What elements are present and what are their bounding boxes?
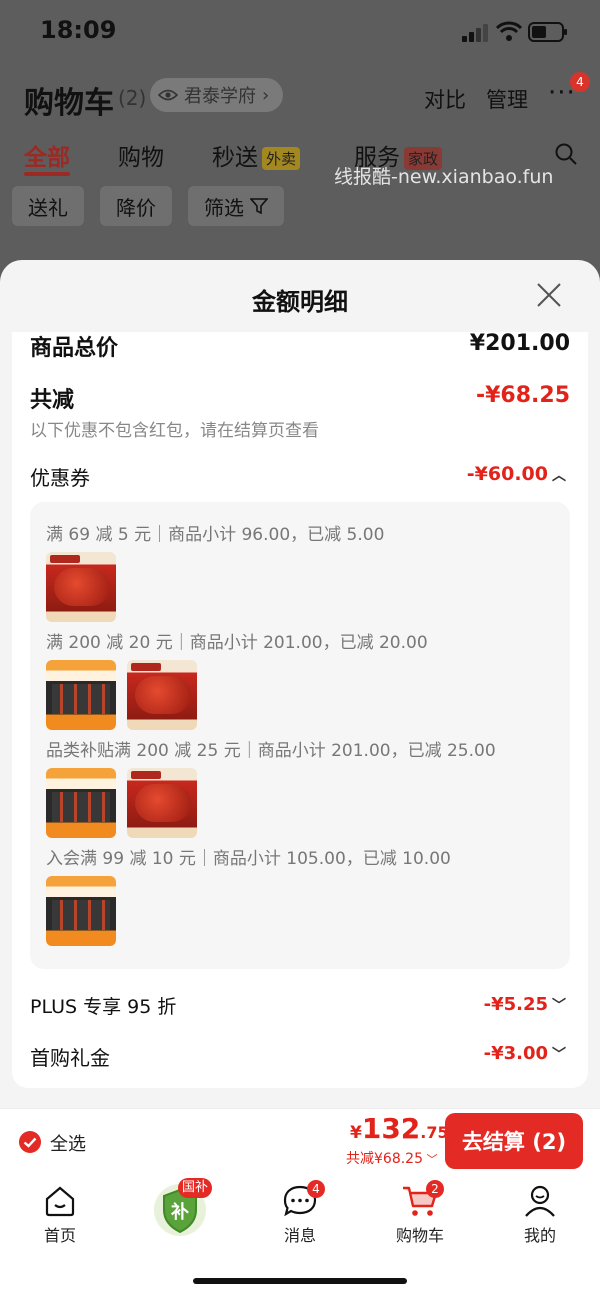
tab-delivery-label: 秒送 bbox=[212, 145, 258, 171]
product-thumb-snack-box[interactable] bbox=[46, 876, 116, 946]
chevron-down-icon: ﹀ bbox=[552, 1047, 566, 1063]
watermark: 线报酷-new.xianbao.fun bbox=[334, 166, 554, 188]
tabbar-home-label: 首页 bbox=[43, 1226, 76, 1245]
chevron-down-icon: ﹀ bbox=[423, 1153, 438, 1166]
filter-gift-label: 送礼 bbox=[28, 195, 68, 220]
coupon-detail-3: 品类补贴满 200 减 25 元｜商品小计 201.00，已减 25.00 bbox=[46, 741, 496, 761]
chevron-down-icon: ﹀ bbox=[552, 998, 566, 1014]
coupon-detail-1: 满 69 减 5 元｜商品小计 96.00，已减 5.00 bbox=[46, 525, 385, 545]
coupon-toggle[interactable]: -¥60.00 ︿ bbox=[467, 463, 566, 485]
tab-delivery-tag: 外卖 bbox=[262, 147, 301, 170]
gift-money-label: 首购礼金 bbox=[30, 1046, 110, 1070]
saved-amount-toggle[interactable]: 共减¥68.25 ﹀ bbox=[346, 1148, 438, 1168]
coupon-label: 优惠券 bbox=[30, 466, 90, 490]
search-icon[interactable] bbox=[554, 142, 578, 166]
coupon-detail-4: 入会满 99 减 10 元｜商品小计 105.00，已减 10.00 bbox=[46, 849, 451, 869]
tabbar-messages-label: 消息 bbox=[283, 1226, 316, 1245]
checkbox-checked-icon[interactable] bbox=[18, 1130, 42, 1154]
page-title: 购物车 bbox=[24, 86, 114, 121]
product-thumb-snack-box[interactable] bbox=[46, 660, 116, 730]
user-icon bbox=[525, 1185, 555, 1217]
product-thumb-crayfish[interactable] bbox=[127, 768, 197, 838]
subsidy-badge: 国补 bbox=[178, 1178, 213, 1198]
gift-money-toggle[interactable]: -¥3.00 ﹀ bbox=[484, 1043, 566, 1064]
chevron-up-icon: ︿ bbox=[552, 468, 566, 484]
cart-count: (2) bbox=[118, 86, 147, 110]
cart-badge: 2 bbox=[426, 1180, 444, 1198]
compare-button[interactable]: 对比 bbox=[424, 84, 466, 114]
tab-delivery[interactable]: 秒送 外卖 bbox=[212, 138, 301, 172]
total-integer: 132 bbox=[361, 1112, 421, 1145]
total-label: 商品总价 bbox=[30, 336, 119, 361]
svg-text:补: 补 bbox=[170, 1201, 189, 1223]
status-bar: 18:09 bbox=[0, 0, 600, 64]
coupon-detail-2: 满 200 减 20 元｜商品小计 201.00，已减 20.00 bbox=[46, 633, 428, 653]
total-value: ¥201.00 bbox=[469, 331, 570, 356]
home-indicator bbox=[193, 1278, 407, 1284]
product-thumb-crayfish[interactable] bbox=[127, 660, 197, 730]
status-time: 18:09 bbox=[40, 16, 117, 44]
sheet-title: 金额明细 bbox=[252, 288, 348, 316]
plus-discount-label: PLUS 专享 95 折 bbox=[30, 996, 177, 1018]
filter-button[interactable]: 筛选 bbox=[188, 186, 284, 226]
reduce-value: -¥68.25 bbox=[475, 383, 570, 408]
saved-amount: 共减¥68.25 bbox=[346, 1151, 423, 1167]
close-icon[interactable] bbox=[534, 280, 564, 310]
tab-underline bbox=[24, 172, 70, 176]
filter-price-drop-label: 降价 bbox=[116, 195, 156, 220]
location-text: 君泰学府 bbox=[184, 86, 256, 107]
home-icon bbox=[45, 1186, 75, 1217]
discount-note: 以下优惠不包含红包，请在结算页查看 bbox=[30, 421, 319, 441]
product-thumb-snack-box[interactable] bbox=[46, 768, 116, 838]
tab-shopping[interactable]: 购物 bbox=[118, 138, 164, 172]
location-chip[interactable]: 君泰学府 › bbox=[150, 78, 284, 112]
tab-all[interactable]: 全部 bbox=[24, 138, 70, 172]
signal-icon bbox=[462, 24, 488, 42]
filter-price-drop[interactable]: 降价 bbox=[100, 186, 172, 226]
product-thumb-crayfish[interactable] bbox=[46, 552, 116, 622]
eye-icon bbox=[158, 89, 178, 101]
messages-badge: 4 bbox=[307, 1180, 325, 1198]
manage-button[interactable]: 管理 bbox=[486, 84, 528, 114]
coupon-value: -¥60.00 bbox=[466, 463, 548, 485]
plus-discount-toggle[interactable]: -¥5.25 ﹀ bbox=[484, 994, 566, 1015]
plus-discount-value: -¥5.25 bbox=[483, 994, 548, 1015]
tabbar-cart-label: 购物车 bbox=[395, 1226, 444, 1245]
total-currency: ¥ bbox=[350, 1123, 362, 1143]
chevron-right-icon: › bbox=[262, 84, 270, 106]
filter-label: 筛选 bbox=[204, 195, 244, 220]
gift-money-value: -¥3.00 bbox=[483, 1043, 548, 1064]
reduce-label: 共减 bbox=[30, 388, 75, 413]
total-price: ¥132.75 bbox=[350, 1112, 449, 1145]
wifi-icon bbox=[496, 21, 522, 41]
filter-gift[interactable]: 送礼 bbox=[12, 186, 84, 226]
battery-icon bbox=[528, 22, 567, 42]
funnel-icon bbox=[250, 198, 268, 215]
checkout-button[interactable]: 去结算 (2) bbox=[445, 1113, 583, 1169]
select-all-label[interactable]: 全选 bbox=[50, 1130, 86, 1156]
tabbar-me-label: 我的 bbox=[523, 1226, 556, 1245]
more-badge: 4 bbox=[570, 72, 590, 92]
